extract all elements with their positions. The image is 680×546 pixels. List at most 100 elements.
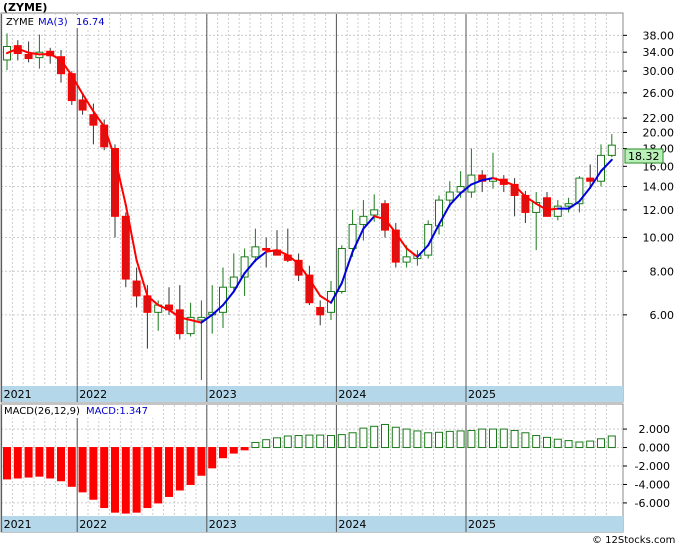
macd-bar [132,447,141,513]
price-tick-label: 22.00 [643,112,675,125]
candle-body [132,280,141,297]
macd-bar [78,447,87,493]
macd-bar [543,436,551,449]
macd-legend-label: MACD(26,12,9) [4,406,80,417]
macd-bar [197,447,206,476]
macd-bar [564,440,573,449]
macd-bar [478,428,487,449]
macd-year-label: 2025 [468,518,496,531]
macd-bar [283,435,292,449]
price-tick-label: 12.00 [643,204,675,217]
price-tick-label: 26.00 [643,87,675,100]
macd-bar [219,447,227,459]
macd-bar [294,435,303,449]
macd-bar [575,441,584,449]
macd-bar [424,432,433,449]
price-tick-label: 6.00 [650,309,675,322]
macd-bar [489,428,497,449]
macd-bar [273,437,281,449]
macd-bar [467,429,476,449]
price-tick-label: 10.00 [643,231,675,244]
macd-bar [175,447,184,491]
macd-bar [46,447,55,479]
macd-bar [402,428,411,449]
ma-segment [546,207,559,211]
candle-body [381,203,389,231]
candle-body [78,99,87,111]
macd-bar [186,447,195,485]
macd-bar [586,440,595,449]
macd-bar [111,447,119,513]
macd-bar [240,447,249,451]
candle-body [24,53,33,60]
macd-bar [13,447,22,479]
last-price-label: 18.32 [628,150,660,163]
macd-bar [499,428,508,449]
candle-body [359,215,368,225]
macd-tick-label: 0.000 [639,442,671,455]
price-year-label: 2023 [209,388,237,401]
macd-bar [435,431,443,449]
price-tick-label: 34.00 [643,46,675,59]
macd-bar [337,434,346,449]
macd-bar [35,447,44,477]
price-year-label: 2021 [4,388,32,401]
candle-body [445,191,454,201]
macd-bar [532,435,541,449]
credit-text: © 12Stocks.com [592,535,675,546]
candle-body [370,209,379,216]
candle-body [197,316,206,321]
macd-bar [100,447,109,509]
price-tick-label: 38.00 [643,29,675,42]
macd-bar [521,432,530,449]
macd-tick-label: -2.000 [635,460,670,473]
macd-year-label: 2022 [79,518,107,531]
price-year-label: 2025 [468,388,496,401]
macd-bar [381,423,389,449]
price-legend-ma-label: MA(3) [38,17,68,28]
candle-body [402,256,411,263]
macd-year-label: 2021 [4,518,32,531]
macd-bar [413,430,422,449]
macd-bar [316,434,325,449]
macd-year-label: 2023 [209,518,237,531]
macd-year-label: 2024 [338,518,366,531]
candle-body [251,246,260,258]
macd-bar [327,435,335,449]
macd-bar [24,447,33,478]
macd-bar [262,439,271,449]
price-tick-label: 20.00 [643,127,675,140]
macd-bar [229,447,238,454]
macd-bar [391,426,400,449]
macd-bar [370,425,379,449]
macd-bar [143,447,152,509]
macd-bar [597,438,605,449]
macd-bar [445,430,454,449]
macd-bar [305,434,314,449]
macd-bar [359,427,368,449]
price-legend: ZYME MA(3) 16.74 [4,15,105,28]
chart-canvas: (ZYME) 6.008.0010.0012.0014.0016.0018.00… [0,0,680,546]
macd-bar [165,447,173,497]
macd-bar [456,430,465,449]
macd-legend-value: MACD:1.347 [86,406,148,417]
chart-title: (ZYME) [3,1,47,14]
macd-bar [121,447,130,514]
candle-body [586,177,595,182]
candle-body [262,247,271,251]
macd-bar [57,447,65,482]
price-year-label: 2024 [338,388,366,401]
macd-bar [67,447,76,487]
macd-bar [348,432,357,449]
price-legend-ma-value: 16.74 [76,17,105,28]
price-tick-label: 14.00 [643,181,675,194]
candle-body [543,197,551,217]
macd-bar [510,429,519,449]
macd-bar [3,447,11,480]
price-tick-label: 8.00 [650,265,675,278]
candle-body [316,306,325,316]
macd-legend: MACD(26,12,9) MACD:1.347 [4,405,154,418]
price-legend-symbol: ZYME [6,17,34,28]
macd-bar [208,447,217,469]
candle-body [121,215,130,280]
